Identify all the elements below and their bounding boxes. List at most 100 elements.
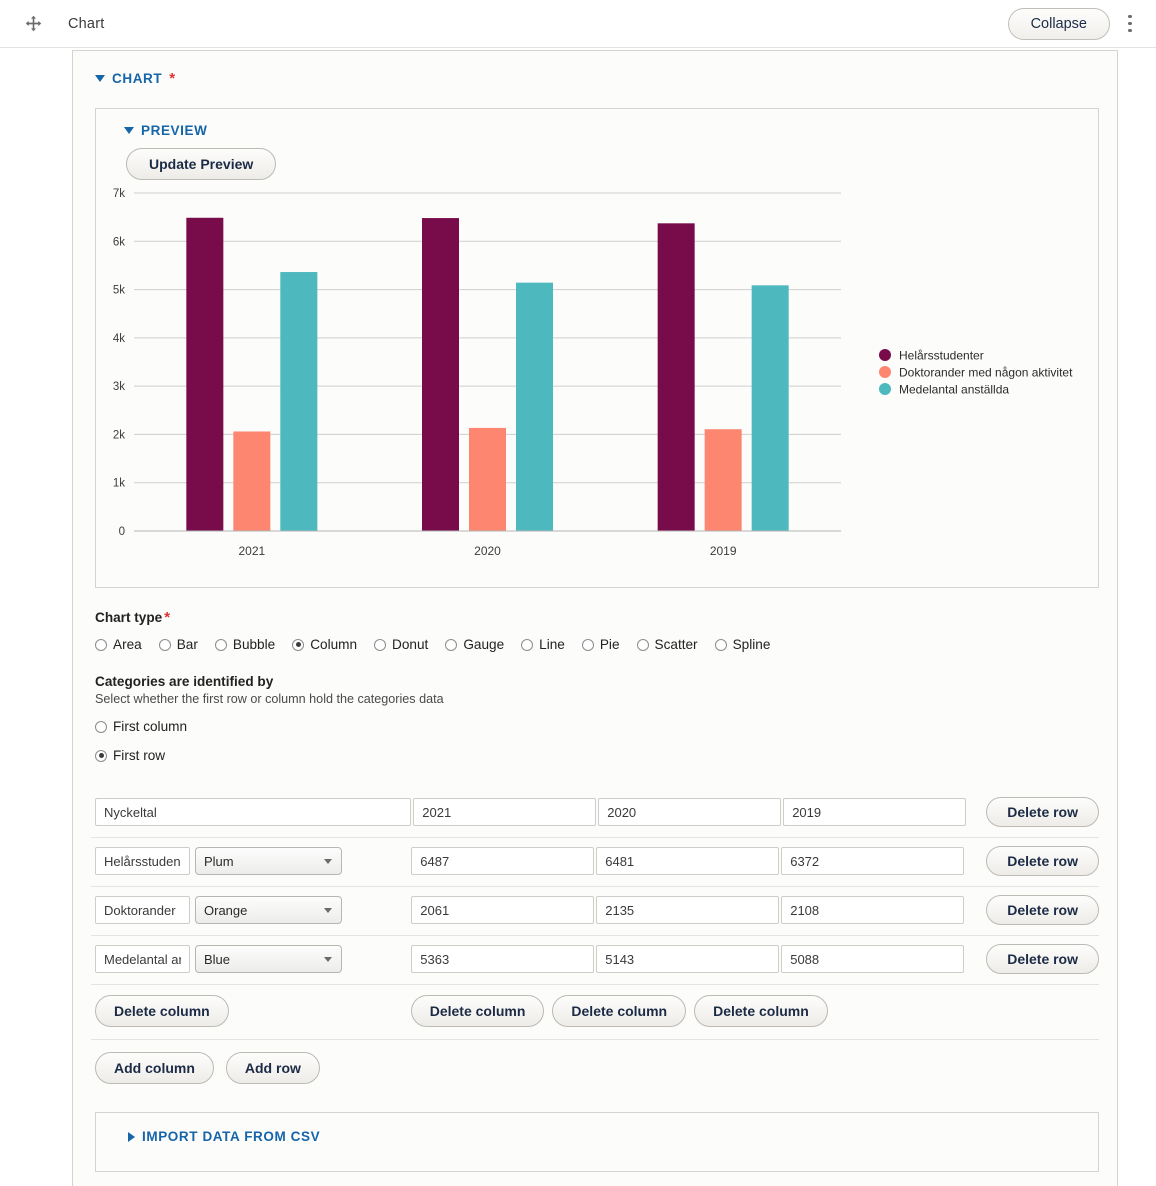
series-value-input-0-1[interactable] <box>596 847 780 875</box>
chart-type-option-label: Area <box>113 637 142 652</box>
series-name-input-1[interactable] <box>95 896 190 924</box>
series-color-select-0[interactable]: Plum <box>195 847 342 875</box>
svg-text:2019: 2019 <box>710 544 737 558</box>
radio-icon[interactable] <box>214 638 227 651</box>
series-value-input-1-2[interactable] <box>781 896 965 924</box>
radio-icon[interactable] <box>714 638 727 651</box>
chart-section-header[interactable]: CHART * <box>95 71 1099 86</box>
window-header: Chart Collapse <box>0 0 1156 48</box>
delete-column-button-1[interactable]: Delete column <box>410 995 545 1027</box>
categories-option-label: First row <box>113 748 166 763</box>
add-controls-row: Add column Add row <box>91 1040 1099 1098</box>
more-options-icon[interactable] <box>1120 10 1140 38</box>
chart-type-option-area[interactable]: Area <box>95 637 142 652</box>
chart-type-option-spline[interactable]: Spline <box>714 637 771 652</box>
delete-column-button-3[interactable]: Delete column <box>694 995 828 1027</box>
chart-type-option-bar[interactable]: Bar <box>158 637 198 652</box>
series-color-value: Orange <box>204 902 248 918</box>
series-color-value: Plum <box>204 853 234 869</box>
table-row: Delete row <box>91 789 1100 838</box>
chevron-down-icon <box>323 908 332 913</box>
svg-text:7k: 7k <box>113 188 125 200</box>
chart-panel: CHART * PREVIEW Update Preview 0 1k 2k 3k 4k… <box>72 50 1118 1186</box>
series-value-input-0-0[interactable] <box>411 847 595 875</box>
series-color-value: Blue <box>204 951 231 967</box>
categories-option-first-row[interactable]: First row <box>95 748 1099 763</box>
chevron-down-icon <box>323 859 332 864</box>
delete-row-button-1[interactable]: Delete row <box>986 895 1100 925</box>
series-value-input-1-1[interactable] <box>596 896 780 924</box>
chart-preview: 0 1k 2k 3k 4k 5k 6k 7k 2021 2020 2019 Helårsstudent… <box>96 185 1098 579</box>
delete-row-button-0[interactable]: Delete row <box>986 846 1100 876</box>
categories-radio-group[interactable]: First column First row <box>95 719 1099 763</box>
chart-type-option-bubble[interactable]: Bubble <box>214 637 275 652</box>
chevron-right-icon <box>128 1131 135 1142</box>
chart-type-option-label: Gauge <box>463 637 505 652</box>
delete-column-button-0[interactable]: Delete column <box>95 995 229 1027</box>
svg-text:Medelantal anställda: Medelantal anställda <box>899 383 1009 397</box>
radio-icon[interactable] <box>374 638 387 651</box>
csv-import-container: IMPORT DATA FROM CSV <box>95 1112 1099 1172</box>
chart-type-option-column[interactable]: Column <box>292 637 357 652</box>
series-name-input-0[interactable] <box>95 847 190 875</box>
radio-icon[interactable] <box>445 638 458 651</box>
required-marker: * <box>164 609 171 626</box>
header-name-input[interactable] <box>95 798 412 826</box>
csv-section-title: IMPORT DATA FROM CSV <box>142 1129 321 1144</box>
header-value-input-1[interactable] <box>598 798 782 826</box>
delete-column-button-2[interactable]: Delete column <box>552 995 687 1027</box>
header-value-input-2[interactable] <box>783 798 967 826</box>
categories-description: Select whether the first row or column h… <box>95 692 444 706</box>
series-value-input-2-1[interactable] <box>596 945 780 973</box>
series-value-input-2-2[interactable] <box>781 945 965 973</box>
series-value-input-1-0[interactable] <box>411 896 595 924</box>
chart-type-radio-group[interactable]: Area Bar Bubble Column Donut Gauge Line Pie Scat… <box>95 637 1099 652</box>
svg-text:1k: 1k <box>113 478 125 490</box>
radio-icon[interactable] <box>158 638 171 651</box>
svg-text:Helårsstudenter: Helårsstudenter <box>899 349 984 363</box>
categories-label-text: Categories are identified by <box>95 674 274 689</box>
chart-type-option-pie[interactable]: Pie <box>581 637 620 652</box>
collapse-button[interactable]: Collapse <box>1007 7 1110 40</box>
series-value-input-2-0[interactable] <box>411 945 595 973</box>
series-name-input-2[interactable] <box>95 945 190 973</box>
radio-icon[interactable] <box>521 638 534 651</box>
chart-type-option-gauge[interactable]: Gauge <box>445 637 504 652</box>
categories-option-first-column[interactable]: First column <box>95 719 1099 734</box>
delete-row-button-2[interactable]: Delete row <box>986 944 1100 974</box>
radio-icon[interactable] <box>95 638 107 651</box>
csv-section-header[interactable]: IMPORT DATA FROM CSV <box>128 1129 1080 1144</box>
chevron-down-icon <box>95 75 105 82</box>
move-handle-icon[interactable] <box>22 13 44 35</box>
add-row-button[interactable]: Add row <box>225 1052 320 1084</box>
series-value-input-0-2[interactable] <box>781 847 965 875</box>
chart-type-option-label: Line <box>539 637 565 652</box>
categories-label: Categories are identified by <box>95 674 1099 689</box>
preview-section-header[interactable]: PREVIEW <box>124 123 1082 138</box>
chart-type-option-line[interactable]: Line <box>521 637 565 652</box>
svg-text:0: 0 <box>119 526 125 538</box>
delete-row-button[interactable]: Delete row <box>986 797 1100 827</box>
radio-icon[interactable] <box>95 720 107 733</box>
svg-text:3k: 3k <box>113 381 125 393</box>
radio-icon[interactable] <box>95 749 107 762</box>
chart-type-option-scatter[interactable]: Scatter <box>636 637 698 652</box>
update-preview-button[interactable]: Update Preview <box>126 148 277 180</box>
svg-text:5k: 5k <box>113 285 125 297</box>
header-value-input-0[interactable] <box>413 798 597 826</box>
data-grid: Delete row Plum Delete row Orange Delete ro… <box>91 789 1100 1098</box>
chart-type-option-donut[interactable]: Donut <box>374 637 428 652</box>
radio-icon[interactable] <box>292 638 305 651</box>
series-color-select-2[interactable]: Blue <box>195 945 342 973</box>
radio-icon[interactable] <box>581 638 594 651</box>
preview-section-title: PREVIEW <box>141 123 208 138</box>
chart-type-option-label: Spline <box>732 637 771 652</box>
svg-text:6k: 6k <box>113 236 125 248</box>
chart-type-option-label: Column <box>310 637 358 652</box>
svg-text:2k: 2k <box>113 429 125 441</box>
add-column-button[interactable]: Add column <box>95 1052 214 1084</box>
series-color-select-1[interactable]: Orange <box>195 896 342 924</box>
page-title: Chart <box>68 15 105 32</box>
chart-section-title: CHART <box>112 71 163 86</box>
radio-icon[interactable] <box>636 638 649 651</box>
